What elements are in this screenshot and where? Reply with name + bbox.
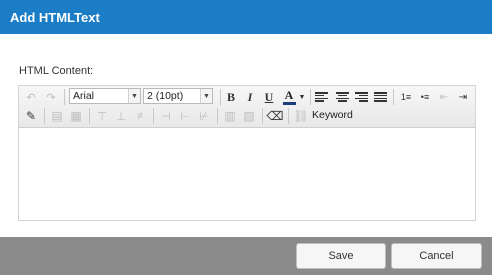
bold-button[interactable]: B [223,89,239,105]
dialog-titlebar: Add HTMLText [0,0,492,34]
font-color-swatch [282,101,296,105]
font-size-select[interactable]: 2 (10pt) ▼ [143,88,213,104]
split-cells-icon[interactable]: ▧ [241,108,257,124]
table-properties-icon[interactable]: ▦ [68,108,84,124]
toolbar-separator [220,89,221,105]
delete-row-icon[interactable]: ≠ [132,108,148,124]
html-content-label: HTML Content: [19,65,94,77]
editor-text-area[interactable] [19,128,475,220]
chevron-down-icon[interactable]: ▼ [298,89,306,105]
redo-icon[interactable]: ↷ [43,89,59,105]
merge-cells-icon[interactable]: ▥ [222,108,238,124]
link-icon[interactable]: ⛓ [293,108,309,124]
dialog-footer: Save Cancel [0,237,492,275]
delete-column-icon[interactable]: ⊬ [196,108,212,124]
eraser-icon[interactable]: ⌫ [267,108,284,124]
insert-column-right-icon[interactable]: ⊢ [177,108,193,124]
underline-button[interactable]: U [261,89,277,105]
toolbar-separator [44,108,45,124]
chevron-down-icon: ▼ [200,89,212,103]
editor-toolbar: ↶ ↷ Arial ▼ 2 (10pt) ▼ B I U A ▼ 1≡ •≡ ⇤… [19,86,475,128]
dialog-content: HTML Content: ↶ ↷ Arial ▼ 2 (10pt) ▼ B I… [0,34,492,237]
font-color-letter: A [284,87,294,102]
outdent-icon[interactable]: ⇤ [436,89,452,105]
keyword-button[interactable]: Keyword [312,109,353,121]
toolbar-separator [217,108,218,124]
font-family-value: Arial [73,90,95,102]
toolbar-separator [262,108,263,124]
toolbar-separator [393,89,394,105]
html-editor: ↶ ↷ Arial ▼ 2 (10pt) ▼ B I U A ▼ 1≡ •≡ ⇤… [18,85,476,221]
toolbar-separator [89,108,90,124]
toolbar-separator [310,89,311,105]
unordered-list-icon[interactable]: •≡ [417,89,433,105]
save-button[interactable]: Save [296,243,386,269]
dialog-title: Add HTMLText [10,10,100,25]
cancel-button[interactable]: Cancel [391,243,482,269]
indent-icon[interactable]: ⇥ [455,89,471,105]
align-center-icon[interactable] [334,89,350,105]
insert-row-above-icon[interactable]: ⊤ [94,108,110,124]
font-size-value: 2 (10pt) [147,90,184,102]
undo-icon[interactable]: ↶ [23,89,39,105]
align-justify-icon[interactable] [372,89,388,105]
edit-source-icon[interactable]: ✎ [23,108,39,124]
insert-column-left-icon[interactable]: ⊣ [158,108,174,124]
insert-row-below-icon[interactable]: ⊥ [113,108,129,124]
font-color-button[interactable]: A [280,88,298,106]
toolbar-separator [153,108,154,124]
italic-button[interactable]: I [242,89,258,105]
chevron-down-icon: ▼ [128,89,140,103]
align-left-icon[interactable] [315,89,331,105]
table-icon[interactable]: ▤ [49,108,65,124]
ordered-list-icon[interactable]: 1≡ [398,89,414,105]
align-right-icon[interactable] [353,89,369,105]
toolbar-separator [64,89,65,105]
toolbar-separator [288,108,289,124]
font-family-select[interactable]: Arial ▼ [69,88,141,104]
